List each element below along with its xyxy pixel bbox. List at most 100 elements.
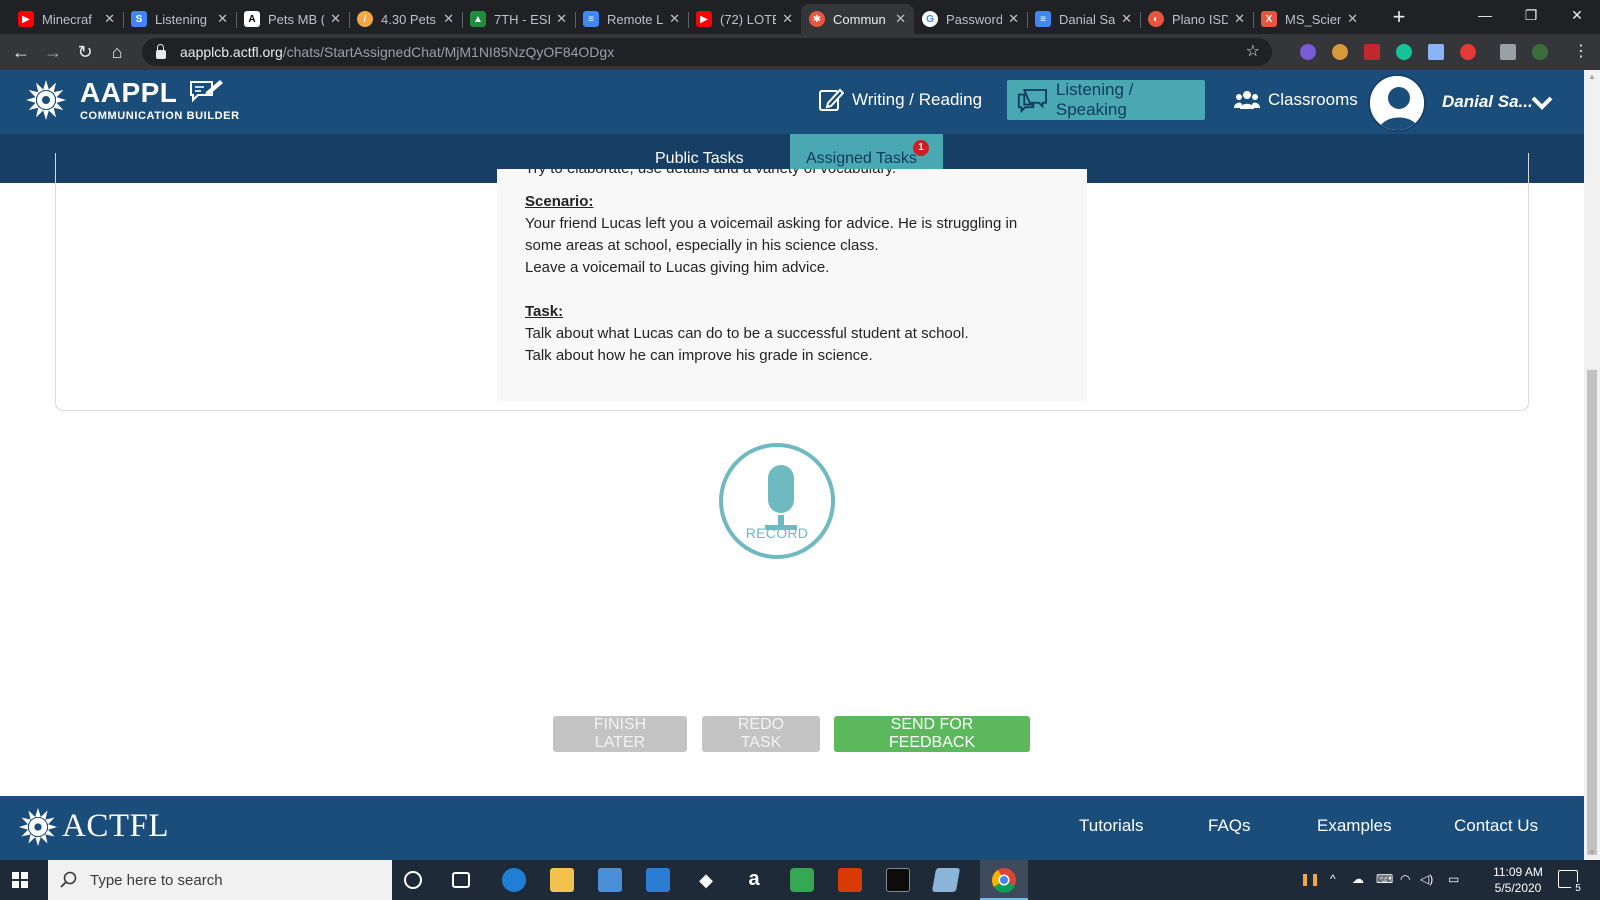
- footer-link-faqs[interactable]: FAQs: [1208, 816, 1251, 836]
- ime-icon[interactable]: ⌨: [1376, 872, 1393, 886]
- browser-tab[interactable]: S Listening ✕: [123, 4, 237, 34]
- scroll-up-arrow-icon[interactable]: ▲: [1584, 70, 1600, 84]
- gear-icon: ✱: [809, 11, 825, 27]
- close-tab-icon[interactable]: ✕: [330, 11, 341, 27]
- nav-listening-speaking[interactable]: Listening / Speaking: [1007, 80, 1205, 120]
- close-tab-icon[interactable]: ✕: [1347, 11, 1358, 27]
- browser-tab[interactable]: ◐ Plano ISD ✕: [1140, 4, 1254, 34]
- actfl-logo-icon: [18, 807, 58, 847]
- footer-link-contact[interactable]: Contact Us: [1454, 816, 1538, 836]
- footer-link-examples[interactable]: Examples: [1317, 816, 1392, 836]
- cortana-icon[interactable]: [404, 871, 422, 889]
- nav-classrooms[interactable]: Classrooms: [1224, 80, 1368, 120]
- close-tab-icon[interactable]: ✕: [782, 11, 793, 27]
- avatar[interactable]: [1368, 74, 1426, 132]
- s-logo-icon: S: [131, 11, 147, 27]
- chevron-down-icon[interactable]: [1530, 92, 1554, 112]
- chrome-taskbar-button-active[interactable]: [980, 860, 1028, 900]
- translate-icon[interactable]: [1428, 44, 1444, 60]
- cookie-icon[interactable]: [1332, 44, 1348, 60]
- extension-icon[interactable]: [1300, 44, 1316, 60]
- close-window-icon[interactable]: ✕: [1554, 0, 1600, 30]
- chat-pencil-icon: [190, 80, 223, 103]
- close-tab-icon[interactable]: ✕: [1234, 11, 1245, 27]
- notification-alert-icon[interactable]: ❚❚: [1300, 872, 1320, 886]
- user-name[interactable]: Danial Sa...: [1442, 92, 1533, 112]
- restore-icon[interactable]: ❐: [1508, 0, 1554, 30]
- tab-title: Pets MB (: [268, 11, 325, 27]
- minimize-icon[interactable]: —: [1462, 0, 1508, 30]
- tab-title: MS_Scien: [1285, 11, 1342, 27]
- home-icon[interactable]: ⌂: [104, 39, 130, 65]
- browser-tab[interactable]: / 4.30 Pets ✕: [349, 4, 463, 34]
- send-for-feedback-button[interactable]: SEND FOR FEEDBACK: [834, 716, 1030, 752]
- forward-arrow-icon[interactable]: →: [40, 39, 66, 65]
- browser-tab[interactable]: ▶ Minecraf ✕: [10, 4, 124, 34]
- browser-tab[interactable]: A Pets MB ( ✕: [236, 4, 350, 34]
- notebook-icon[interactable]: [931, 868, 961, 892]
- scroll-down-arrow-icon[interactable]: ▼: [1584, 846, 1600, 860]
- record-extension-icon[interactable]: [1460, 44, 1476, 60]
- plano-logo-icon: ◐: [1148, 11, 1164, 27]
- tab-title: Commun: [833, 11, 886, 27]
- close-tab-icon[interactable]: ✕: [1008, 11, 1019, 27]
- office-icon[interactable]: [838, 868, 862, 892]
- new-tab-button[interactable]: +: [1384, 4, 1414, 32]
- windows-start-icon[interactable]: [12, 872, 28, 888]
- mail-icon[interactable]: [646, 868, 670, 892]
- tripadvisor-icon[interactable]: [790, 868, 814, 892]
- close-tab-icon[interactable]: ✕: [895, 11, 906, 27]
- close-tab-icon[interactable]: ✕: [669, 11, 680, 27]
- close-tab-icon[interactable]: ✕: [104, 11, 115, 27]
- store-icon[interactable]: [598, 868, 622, 892]
- browser-tab[interactable]: ≡ Remote L ✕: [575, 4, 689, 34]
- task-view-icon[interactable]: [452, 872, 470, 888]
- scenario-line: Leave a voicemail to Lucas giving him ad…: [525, 259, 830, 276]
- footer-brand[interactable]: ACTFL: [62, 808, 169, 845]
- browser-tab[interactable]: G Password ✕: [914, 4, 1028, 34]
- footer-link-tutorials[interactable]: Tutorials: [1079, 816, 1144, 836]
- edge-icon[interactable]: [502, 868, 526, 892]
- kebab-menu-icon[interactable]: ⋮: [1568, 39, 1594, 65]
- nav-writing-reading[interactable]: Writing / Reading: [808, 80, 992, 120]
- nav-label: Listening / Speaking: [1055, 80, 1134, 119]
- browser-toolbar: ← → ↻ ⌂ aapplcb.actfl.org/chats/StartAss…: [0, 34, 1600, 70]
- back-arrow-icon[interactable]: ←: [8, 39, 34, 65]
- chevron-up-icon[interactable]: ^: [1330, 872, 1336, 886]
- reload-icon[interactable]: ↻: [72, 39, 98, 65]
- profile-avatar-icon[interactable]: [1532, 44, 1548, 60]
- file-explorer-icon[interactable]: [550, 868, 574, 892]
- media-queue-icon[interactable]: [1500, 44, 1516, 60]
- browser-tab[interactable]: ▲ 7TH - ESI ✕: [462, 4, 576, 34]
- close-tab-icon[interactable]: ✕: [556, 11, 567, 27]
- pdf-icon[interactable]: [1364, 44, 1380, 60]
- redo-task-button[interactable]: REDO TASK: [702, 716, 820, 752]
- browser-tab[interactable]: ▶ (72) LOTE ✕: [688, 4, 801, 34]
- cloud-sync-icon[interactable]: ☁: [1352, 872, 1364, 886]
- close-tab-icon[interactable]: ✕: [1121, 11, 1132, 27]
- close-tab-icon[interactable]: ✕: [217, 11, 228, 27]
- finish-later-button[interactable]: FINISH LATER: [553, 716, 687, 752]
- chrome-icon: [992, 868, 1016, 893]
- dropbox-icon[interactable]: ◆: [694, 868, 718, 892]
- browser-tab-active[interactable]: ✱ Commun ✕: [801, 4, 914, 34]
- taskbar-search-input[interactable]: Type here to search: [48, 860, 392, 900]
- system-clock[interactable]: 11:09 AM 5/5/2020: [1488, 864, 1548, 896]
- keyboard-icon[interactable]: ▭: [1448, 872, 1459, 886]
- bookmark-star-icon[interactable]: ☆: [1246, 41, 1260, 61]
- tab-title: Danial Sa: [1059, 11, 1116, 27]
- close-tab-icon[interactable]: ✕: [443, 11, 454, 27]
- page-scrollbar[interactable]: ▲ ▼: [1584, 70, 1600, 860]
- browser-tab[interactable]: ≡ Danial Sa ✕: [1027, 4, 1141, 34]
- wifi-icon[interactable]: ◠: [1400, 872, 1410, 886]
- record-button[interactable]: RECORD: [719, 443, 835, 559]
- address-bar[interactable]: aapplcb.actfl.org/chats/StartAssignedCha…: [142, 38, 1272, 66]
- amazon-icon[interactable]: a: [742, 868, 766, 892]
- instructions-line: Try to elaborate, use details and a vari…: [525, 169, 896, 181]
- browser-tab[interactable]: X MS_Scien ✕: [1253, 4, 1366, 34]
- notification-count: 5: [1571, 882, 1585, 896]
- grammarly-icon[interactable]: [1396, 44, 1412, 60]
- volume-icon[interactable]: ◁): [1420, 872, 1433, 886]
- terminal-icon[interactable]: [886, 868, 910, 892]
- scroll-thumb[interactable]: [1587, 370, 1597, 855]
